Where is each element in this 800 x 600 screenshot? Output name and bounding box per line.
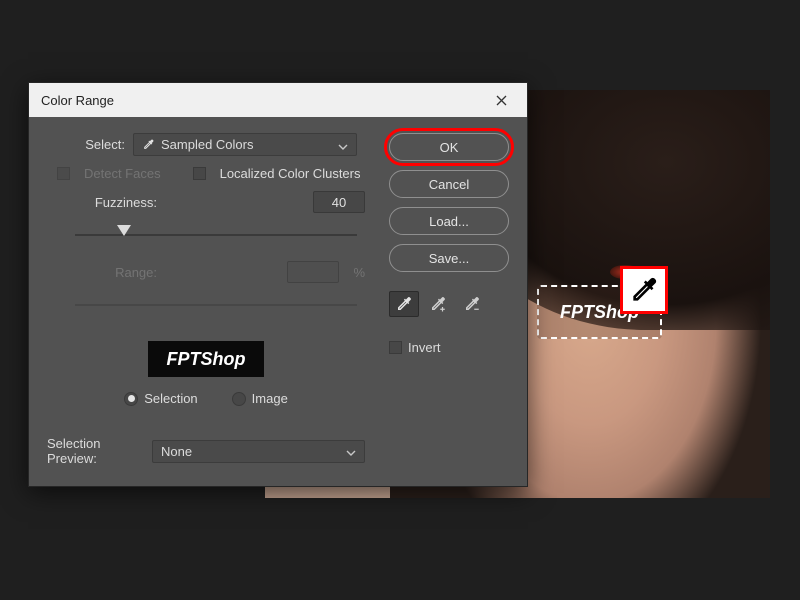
fuzziness-input[interactable]: 40 — [313, 191, 365, 213]
eyedropper-plus-icon — [429, 295, 447, 313]
range-label: Range: — [47, 265, 157, 280]
radio-selection[interactable]: Selection — [124, 391, 197, 406]
invert-label: Invert — [408, 340, 441, 355]
eyedropper-icon — [395, 295, 413, 313]
save-button[interactable]: Save... — [389, 244, 509, 272]
selection-preview-label: Selection Preview: — [47, 436, 140, 466]
eyedropper-icon — [142, 138, 155, 151]
range-slider — [75, 293, 357, 317]
range-unit: % — [353, 265, 365, 280]
radio-image[interactable]: Image — [232, 391, 288, 406]
radio-image-label: Image — [252, 391, 288, 406]
chevron-down-icon — [346, 446, 356, 456]
load-label: Load... — [429, 214, 469, 229]
select-dropdown[interactable]: Sampled Colors — [133, 133, 357, 156]
fuzziness-label: Fuzziness: — [47, 195, 157, 210]
load-button[interactable]: Load... — [389, 207, 509, 235]
save-label: Save... — [429, 251, 469, 266]
eyedropper-subtract-button[interactable] — [457, 291, 487, 317]
radio-selection-label: Selection — [144, 391, 197, 406]
selection-preview-thumbnail[interactable]: FPTShop — [148, 341, 264, 377]
invert-checkbox[interactable] — [389, 341, 402, 354]
color-range-dialog: Color Range Select: Sampled Colors — [28, 82, 528, 487]
ok-button[interactable]: OK — [389, 133, 509, 161]
close-button[interactable] — [487, 86, 515, 114]
eyedropper-sample-button[interactable] — [389, 291, 419, 317]
cancel-button[interactable]: Cancel — [389, 170, 509, 198]
fuzziness-slider[interactable] — [75, 223, 357, 247]
eyedropper-icon — [628, 274, 660, 306]
selection-preview-value: None — [161, 444, 192, 459]
eyedropper-add-button[interactable] — [423, 291, 453, 317]
radio-dot-icon — [124, 392, 138, 406]
select-label: Select: — [47, 137, 125, 152]
select-value: Sampled Colors — [161, 137, 254, 152]
localized-color-clusters-label: Localized Color Clusters — [220, 166, 361, 181]
detect-faces-checkbox — [57, 167, 70, 180]
ok-label: OK — [440, 140, 459, 155]
localized-color-clusters-checkbox[interactable] — [193, 167, 206, 180]
detect-faces-label: Detect Faces — [84, 166, 161, 181]
titlebar[interactable]: Color Range — [29, 83, 527, 117]
close-icon — [496, 95, 507, 106]
range-input — [287, 261, 339, 283]
cancel-label: Cancel — [429, 177, 469, 192]
radio-dot-icon — [232, 392, 246, 406]
preview-watermark: FPTShop — [167, 349, 246, 370]
chevron-down-icon — [338, 140, 348, 150]
eyedropper-minus-icon — [463, 295, 481, 313]
eyedropper-cursor-highlight — [620, 266, 668, 314]
dialog-title: Color Range — [41, 93, 114, 108]
selection-preview-dropdown[interactable]: None — [152, 440, 365, 463]
